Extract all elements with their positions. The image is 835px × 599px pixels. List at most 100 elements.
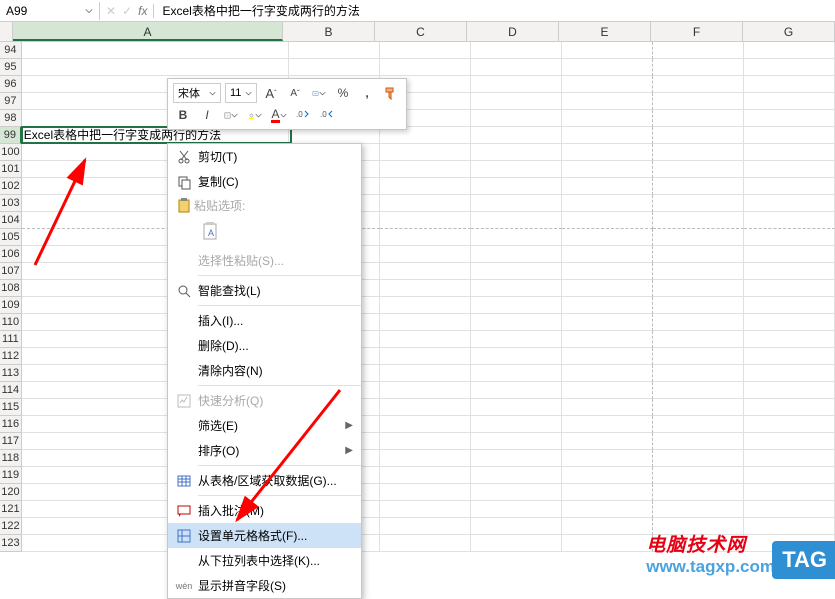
cell[interactable] (380, 365, 471, 382)
cell[interactable] (471, 399, 562, 416)
cell[interactable] (562, 365, 653, 382)
row-header[interactable]: 99 (0, 127, 22, 144)
cell[interactable] (744, 229, 835, 246)
cell[interactable] (471, 314, 562, 331)
cell[interactable] (471, 42, 562, 59)
cell[interactable] (653, 382, 744, 399)
cell[interactable] (653, 59, 744, 76)
cell[interactable] (471, 280, 562, 297)
font-size-dropdown[interactable]: 11 (225, 83, 257, 103)
cell[interactable] (744, 59, 835, 76)
cell[interactable] (380, 314, 471, 331)
cell[interactable] (380, 59, 471, 76)
cell[interactable] (744, 331, 835, 348)
row-header[interactable]: 114 (0, 382, 22, 399)
cell[interactable] (653, 144, 744, 161)
cell[interactable] (653, 178, 744, 195)
cell[interactable] (744, 161, 835, 178)
cell[interactable] (22, 42, 289, 59)
row-header[interactable]: 110 (0, 314, 22, 331)
row-header[interactable]: 122 (0, 518, 22, 535)
cell[interactable] (653, 331, 744, 348)
cell[interactable] (653, 365, 744, 382)
fx-icon[interactable]: fx (138, 4, 147, 18)
cell[interactable] (653, 399, 744, 416)
cell[interactable] (471, 76, 562, 93)
fill-color-dropdown[interactable] (245, 105, 265, 125)
font-color-dropdown[interactable]: A (269, 105, 289, 125)
cell[interactable] (744, 399, 835, 416)
cell[interactable] (744, 450, 835, 467)
cell[interactable] (744, 212, 835, 229)
cell[interactable] (380, 348, 471, 365)
cell[interactable] (653, 450, 744, 467)
row-header[interactable]: 111 (0, 331, 22, 348)
row-header[interactable]: 101 (0, 161, 22, 178)
comma-button[interactable]: , (357, 83, 377, 103)
cell[interactable] (471, 297, 562, 314)
row-header[interactable]: 120 (0, 484, 22, 501)
cell[interactable] (471, 416, 562, 433)
cell[interactable] (744, 416, 835, 433)
row-header[interactable]: 107 (0, 263, 22, 280)
cell[interactable] (653, 297, 744, 314)
cell[interactable] (22, 59, 289, 76)
cell[interactable] (471, 178, 562, 195)
cell[interactable] (562, 484, 653, 501)
cell[interactable] (380, 535, 471, 552)
row-header[interactable]: 108 (0, 280, 22, 297)
cell[interactable] (653, 484, 744, 501)
cell[interactable] (653, 416, 744, 433)
cell[interactable] (380, 467, 471, 484)
cell[interactable] (471, 484, 562, 501)
cell[interactable] (471, 348, 562, 365)
cell[interactable] (380, 178, 471, 195)
cell[interactable] (380, 195, 471, 212)
column-header-a[interactable]: A (13, 22, 283, 41)
cell[interactable] (471, 246, 562, 263)
cell[interactable] (562, 382, 653, 399)
column-header-f[interactable]: F (651, 22, 743, 41)
menu-cut[interactable]: 剪切(T) (168, 144, 361, 169)
row-header[interactable]: 95 (0, 59, 22, 76)
cell[interactable] (380, 331, 471, 348)
row-header[interactable]: 109 (0, 297, 22, 314)
row-header[interactable]: 100 (0, 144, 22, 161)
cell[interactable] (744, 127, 835, 144)
cell[interactable] (744, 93, 835, 110)
cell[interactable] (744, 42, 835, 59)
cell[interactable] (471, 161, 562, 178)
cell[interactable] (653, 42, 744, 59)
cell[interactable] (289, 42, 380, 59)
cell[interactable] (471, 127, 562, 144)
cell[interactable] (562, 246, 653, 263)
merge-dropdown[interactable] (309, 83, 329, 103)
cell[interactable] (471, 535, 562, 552)
cell[interactable] (562, 212, 653, 229)
cell[interactable] (562, 263, 653, 280)
row-header[interactable]: 97 (0, 93, 22, 110)
cell[interactable] (380, 280, 471, 297)
cell[interactable] (471, 93, 562, 110)
cell[interactable] (562, 467, 653, 484)
menu-sort[interactable]: 排序(O)▶ (168, 438, 361, 463)
cell[interactable] (562, 59, 653, 76)
cell[interactable] (653, 93, 744, 110)
cell[interactable] (562, 450, 653, 467)
cell[interactable] (744, 467, 835, 484)
row-header[interactable]: 121 (0, 501, 22, 518)
row-header[interactable]: 102 (0, 178, 22, 195)
menu-pick-from-list[interactable]: 从下拉列表中选择(K)... (168, 548, 361, 573)
cell[interactable] (471, 433, 562, 450)
cell[interactable] (653, 263, 744, 280)
cell[interactable] (471, 450, 562, 467)
cell[interactable] (380, 246, 471, 263)
cell[interactable] (289, 59, 380, 76)
cell[interactable] (744, 314, 835, 331)
cell[interactable] (380, 450, 471, 467)
cell[interactable] (562, 331, 653, 348)
percent-button[interactable]: % (333, 83, 353, 103)
cell[interactable] (562, 399, 653, 416)
row-header[interactable]: 118 (0, 450, 22, 467)
cell[interactable] (471, 59, 562, 76)
